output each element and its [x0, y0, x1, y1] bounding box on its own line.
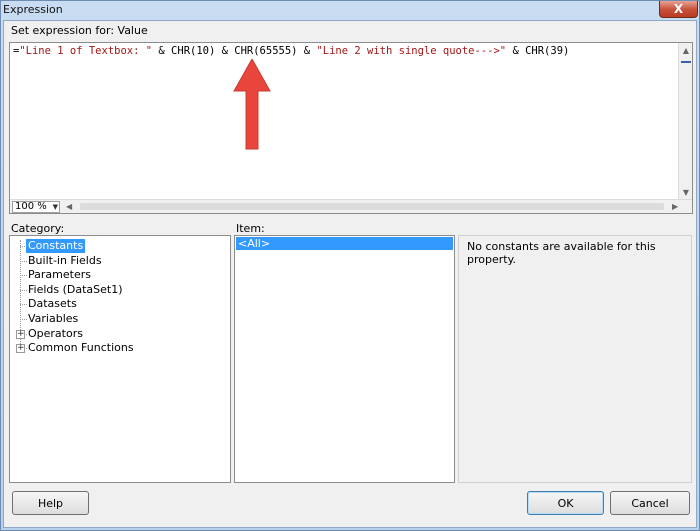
category-item[interactable]: Operators — [28, 327, 83, 341]
expression-editor[interactable]: ="Line 1 of Textbox: " & CHR(10) & CHR(6… — [9, 42, 693, 214]
expression-text[interactable]: ="Line 1 of Textbox: " & CHR(10) & CHR(6… — [13, 45, 569, 57]
category-item[interactable]: Datasets — [28, 297, 77, 311]
chevron-down-icon: ▼ — [52, 203, 58, 211]
window-title: Expression — [3, 3, 63, 16]
category-item[interactable]: Constants — [26, 239, 86, 253]
item-all[interactable]: <All> — [236, 237, 453, 250]
description-pane: No constants are available for this prop… — [458, 235, 692, 483]
string-literal: "Line 2 with single quote--->" — [316, 45, 507, 57]
close-icon: X — [673, 2, 684, 16]
close-button[interactable]: X — [659, 1, 698, 18]
category-item[interactable]: Built-in Fields — [28, 254, 102, 268]
caret-marker — [681, 61, 691, 63]
help-button[interactable]: Help — [12, 491, 89, 515]
dialog-body: Set expression for: Value ="Line 1 of Te… — [3, 20, 697, 528]
item-list[interactable]: <All> — [234, 235, 455, 483]
zoom-select[interactable]: 100 % ▼ — [12, 201, 60, 213]
cancel-button[interactable]: Cancel — [610, 491, 690, 515]
description-text: No constants are available for this prop… — [467, 240, 656, 266]
horizontal-scrollbar[interactable]: 100 % ▼ ◀ ▶ — [10, 199, 692, 213]
tree-connector — [20, 289, 27, 291]
tree-connector — [20, 319, 27, 320]
scroll-up-icon[interactable]: ▲ — [679, 43, 693, 57]
tree-connector — [20, 260, 27, 262]
item-label: Item: — [236, 222, 265, 235]
tree-connector — [20, 275, 27, 277]
zoom-value: 100 % — [15, 201, 47, 212]
expression-dialog: Expression X Set expression for: Value =… — [0, 0, 700, 531]
category-label: Category: — [11, 222, 65, 235]
category-tree[interactable]: Constants Built-in Fields Parameters Fields… — [9, 235, 231, 483]
scroll-down-icon[interactable]: ▼ — [679, 185, 693, 199]
annotation-arrow-icon — [233, 59, 271, 150]
vertical-scrollbar[interactable]: ▲ ▼ — [678, 43, 692, 199]
expression-operator: & CHR(39) — [506, 45, 570, 57]
title-bar[interactable]: Expression X — [1, 1, 700, 19]
scroll-right-icon[interactable]: ▶ — [672, 200, 678, 213]
expand-icon[interactable]: + — [16, 344, 25, 354]
tree-connector — [20, 304, 27, 306]
editor-label: Set expression for: Value — [11, 24, 148, 37]
category-item[interactable]: Common Functions — [28, 341, 134, 355]
string-literal: "Line 1 of Textbox: " — [19, 45, 153, 57]
category-item[interactable]: Variables — [28, 312, 78, 326]
horizontal-scroll-track[interactable] — [80, 203, 664, 210]
scroll-left-icon[interactable]: ◀ — [66, 200, 72, 213]
category-item[interactable]: Parameters — [28, 268, 91, 282]
expand-icon[interactable]: + — [16, 329, 25, 339]
category-item[interactable]: Fields (DataSet1) — [28, 283, 123, 297]
expression-operator: & CHR(10) & CHR(65555) & — [152, 45, 317, 57]
ok-button[interactable]: OK — [527, 491, 604, 515]
